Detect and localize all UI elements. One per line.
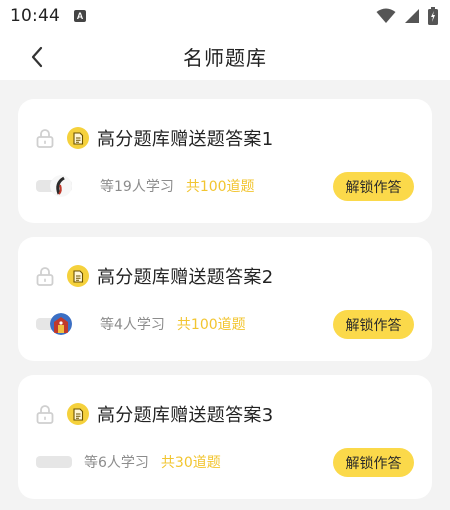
status-time: 10:44	[10, 6, 60, 26]
question-count: 共100道题	[176, 317, 246, 333]
unlock-answer-button[interactable]: 解锁作答	[333, 448, 414, 477]
question-bank-card[interactable]: 高分题库赠送题答案1 等19人学习 共100道题 解锁作答	[18, 99, 432, 223]
page-title: 名师题库	[183, 45, 267, 70]
learner-avatars	[36, 451, 74, 473]
learner-avatars	[36, 313, 90, 335]
card-footer: 等19人学习 共100道题	[36, 175, 255, 197]
card-title: 高分题库赠送题答案2	[97, 267, 274, 288]
document-icon	[67, 403, 89, 425]
avatar-placeholder	[36, 456, 72, 468]
card-header: 高分题库赠送题答案3	[36, 401, 273, 427]
avatar	[50, 175, 72, 197]
question-bank-card[interactable]: 高分题库赠送题答案2 等4人学习 共100道题 解锁作答	[18, 237, 432, 361]
question-count: 共100道题	[185, 179, 255, 195]
card-title: 高分题库赠送题答案1	[97, 129, 274, 150]
lock-icon	[36, 405, 54, 424]
avatar	[50, 313, 72, 335]
card-header: 高分题库赠送题答案1	[36, 125, 273, 151]
nav-bar: 名师题库	[0, 32, 450, 80]
card-footer: 等4人学习 共100道题	[36, 313, 246, 335]
unlock-answer-button[interactable]: 解锁作答	[333, 172, 414, 201]
learner-count: 等19人学习	[100, 179, 174, 195]
status-bar: 10:44 A	[0, 0, 450, 32]
status-icons	[376, 7, 438, 25]
notification-icon: A	[74, 10, 86, 22]
lock-icon	[36, 267, 54, 286]
chevron-left-icon	[31, 46, 43, 68]
learner-avatars	[36, 175, 90, 197]
wifi-icon	[376, 8, 396, 23]
signal-icon	[405, 9, 419, 23]
document-icon	[67, 265, 89, 287]
card-footer: 等6人学习 共30道题	[36, 451, 221, 473]
card-title: 高分题库赠送题答案3	[97, 405, 274, 426]
back-button[interactable]	[22, 42, 52, 72]
unlock-answer-button[interactable]: 解锁作答	[333, 310, 414, 339]
lock-icon	[36, 129, 54, 148]
learner-count: 等6人学习	[84, 455, 149, 471]
learner-count: 等4人学习	[100, 317, 165, 333]
question-bank-card[interactable]: 高分题库赠送题答案3 等6人学习 共30道题 解锁作答	[18, 375, 432, 499]
battery-icon	[428, 7, 438, 25]
document-icon	[67, 127, 89, 149]
question-count: 共30道题	[160, 455, 221, 471]
card-header: 高分题库赠送题答案2	[36, 263, 273, 289]
